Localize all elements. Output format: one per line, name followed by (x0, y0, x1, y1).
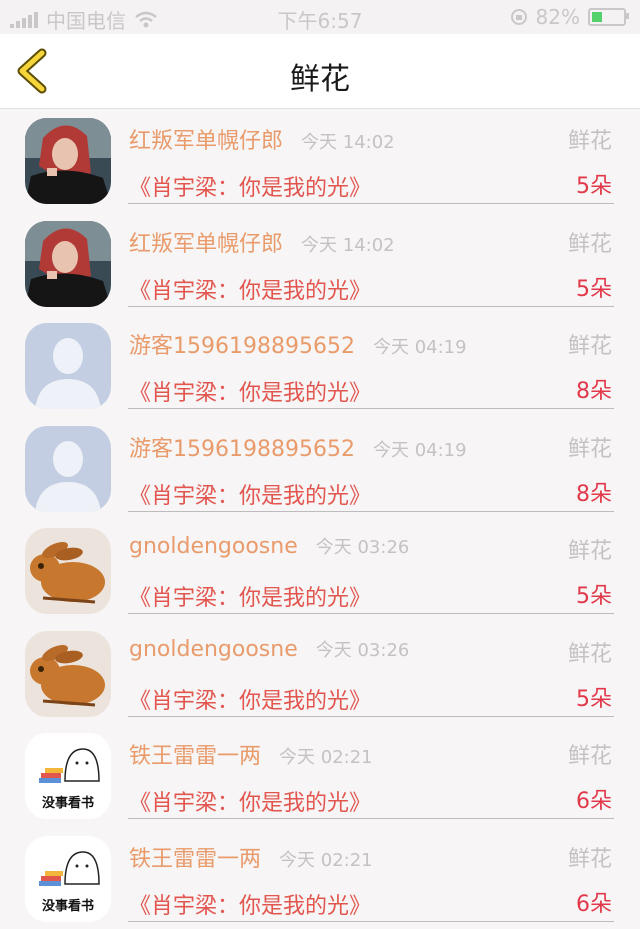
flower-count: 5朵 (576, 578, 612, 610)
orientation-lock-icon (510, 8, 528, 26)
username[interactable]: 游客1596198895652 (129, 334, 355, 359)
gift-type: 鲜花 (568, 738, 612, 770)
list-item[interactable]: 游客1596198895652 今天 04:19 鲜花《肖宇梁：你是我的光》 8朵 (0, 314, 640, 417)
book-title-link[interactable]: 《肖宇梁：你是我的光》 (129, 375, 371, 407)
username[interactable]: 铁王雷雷一两 (129, 847, 261, 872)
list-item[interactable]: 没事看书 铁王雷雷一两今天 02:21 鲜花《肖宇梁：你是我的光》 6朵 (0, 827, 640, 929)
page-title: 鲜花 (0, 54, 640, 98)
list-item[interactable]: 红叛军单幌仔郎今天 14:02 鲜花《肖宇梁：你是我的光》 5朵 (0, 212, 640, 315)
list-item[interactable]: 游客1596198895652 今天 04:19 鲜花《肖宇梁：你是我的光》 8朵 (0, 417, 640, 520)
username[interactable]: gnoldengoosne (129, 534, 298, 559)
divider (128, 511, 614, 512)
avatar[interactable] (25, 118, 111, 204)
username[interactable]: 红叛军单幌仔郎 (129, 129, 283, 154)
divider (128, 203, 614, 204)
battery-icon (588, 8, 626, 26)
divider (128, 716, 614, 717)
avatar[interactable] (25, 528, 111, 614)
book-title-link[interactable]: 《肖宇梁：你是我的光》 (129, 580, 371, 612)
flower-count: 8朵 (576, 476, 612, 508)
timestamp: 今天 14:02 (301, 235, 395, 256)
list-item[interactable]: 红叛军单幌仔郎今天 14:02 鲜花《肖宇梁：你是我的光》 5朵 (0, 109, 640, 212)
timestamp: 今天 02:21 (279, 850, 373, 871)
avatar[interactable] (25, 221, 111, 307)
avatar-caption: 没事看书 (25, 792, 111, 811)
list-item[interactable]: 没事看书 铁王雷雷一两今天 02:21 鲜花《肖宇梁：你是我的光》 6朵 (0, 724, 640, 827)
book-title-link[interactable]: 《肖宇梁：你是我的光》 (129, 170, 371, 202)
divider (128, 306, 614, 307)
username[interactable]: 游客1596198895652 (129, 437, 355, 462)
username[interactable]: 铁王雷雷一两 (129, 744, 261, 769)
timestamp: 今天 14:02 (301, 132, 395, 153)
timestamp: 今天 04:19 (373, 440, 467, 461)
flower-count: 6朵 (576, 886, 612, 918)
gift-type: 鲜花 (568, 431, 612, 463)
flower-count: 8朵 (576, 373, 612, 405)
divider (128, 613, 614, 614)
battery-percent: 82% (536, 5, 580, 29)
avatar[interactable] (25, 323, 111, 409)
list-item[interactable]: gnoldengoosne 今天 03:26 鲜花《肖宇梁：你是我的光》 5朵 (0, 622, 640, 725)
flower-count: 5朵 (576, 168, 612, 200)
avatar-caption: 没事看书 (25, 895, 111, 914)
book-title-link[interactable]: 《肖宇梁：你是我的光》 (129, 683, 371, 715)
gift-type: 鲜花 (568, 533, 612, 565)
gift-type: 鲜花 (568, 636, 612, 668)
nav-bar: 鲜花 (0, 34, 640, 109)
flower-count: 6朵 (576, 783, 612, 815)
avatar[interactable]: 没事看书 (25, 836, 111, 922)
divider (128, 408, 614, 409)
avatar[interactable]: 没事看书 (25, 733, 111, 819)
book-title-link[interactable]: 《肖宇梁：你是我的光》 (129, 785, 371, 817)
gift-type: 鲜花 (568, 123, 612, 155)
divider (128, 818, 614, 819)
gift-type: 鲜花 (568, 841, 612, 873)
flower-count: 5朵 (576, 271, 612, 303)
book-title-link[interactable]: 《肖宇梁：你是我的光》 (129, 273, 371, 305)
timestamp: 今天 02:21 (279, 747, 373, 768)
divider (128, 921, 614, 922)
username[interactable]: 红叛军单幌仔郎 (129, 232, 283, 257)
status-bar: 中国电信 下午6:57 82% (0, 0, 640, 34)
timestamp: 今天 03:26 (316, 640, 410, 661)
book-title-link[interactable]: 《肖宇梁：你是我的光》 (129, 478, 371, 510)
avatar[interactable] (25, 426, 111, 512)
timestamp: 今天 04:19 (373, 337, 467, 358)
flower-count: 5朵 (576, 681, 612, 713)
gift-type: 鲜花 (568, 328, 612, 360)
list-item[interactable]: gnoldengoosne 今天 03:26 鲜花《肖宇梁：你是我的光》 5朵 (0, 519, 640, 622)
book-title-link[interactable]: 《肖宇梁：你是我的光》 (129, 888, 371, 920)
timestamp: 今天 03:26 (316, 537, 410, 558)
username[interactable]: gnoldengoosne (129, 637, 298, 662)
gift-list: 红叛军单幌仔郎今天 14:02鲜花《肖宇梁：你是我的光》5朵红叛军单幌仔郎今天 … (0, 109, 640, 929)
avatar[interactable] (25, 631, 111, 717)
gift-type: 鲜花 (568, 226, 612, 258)
